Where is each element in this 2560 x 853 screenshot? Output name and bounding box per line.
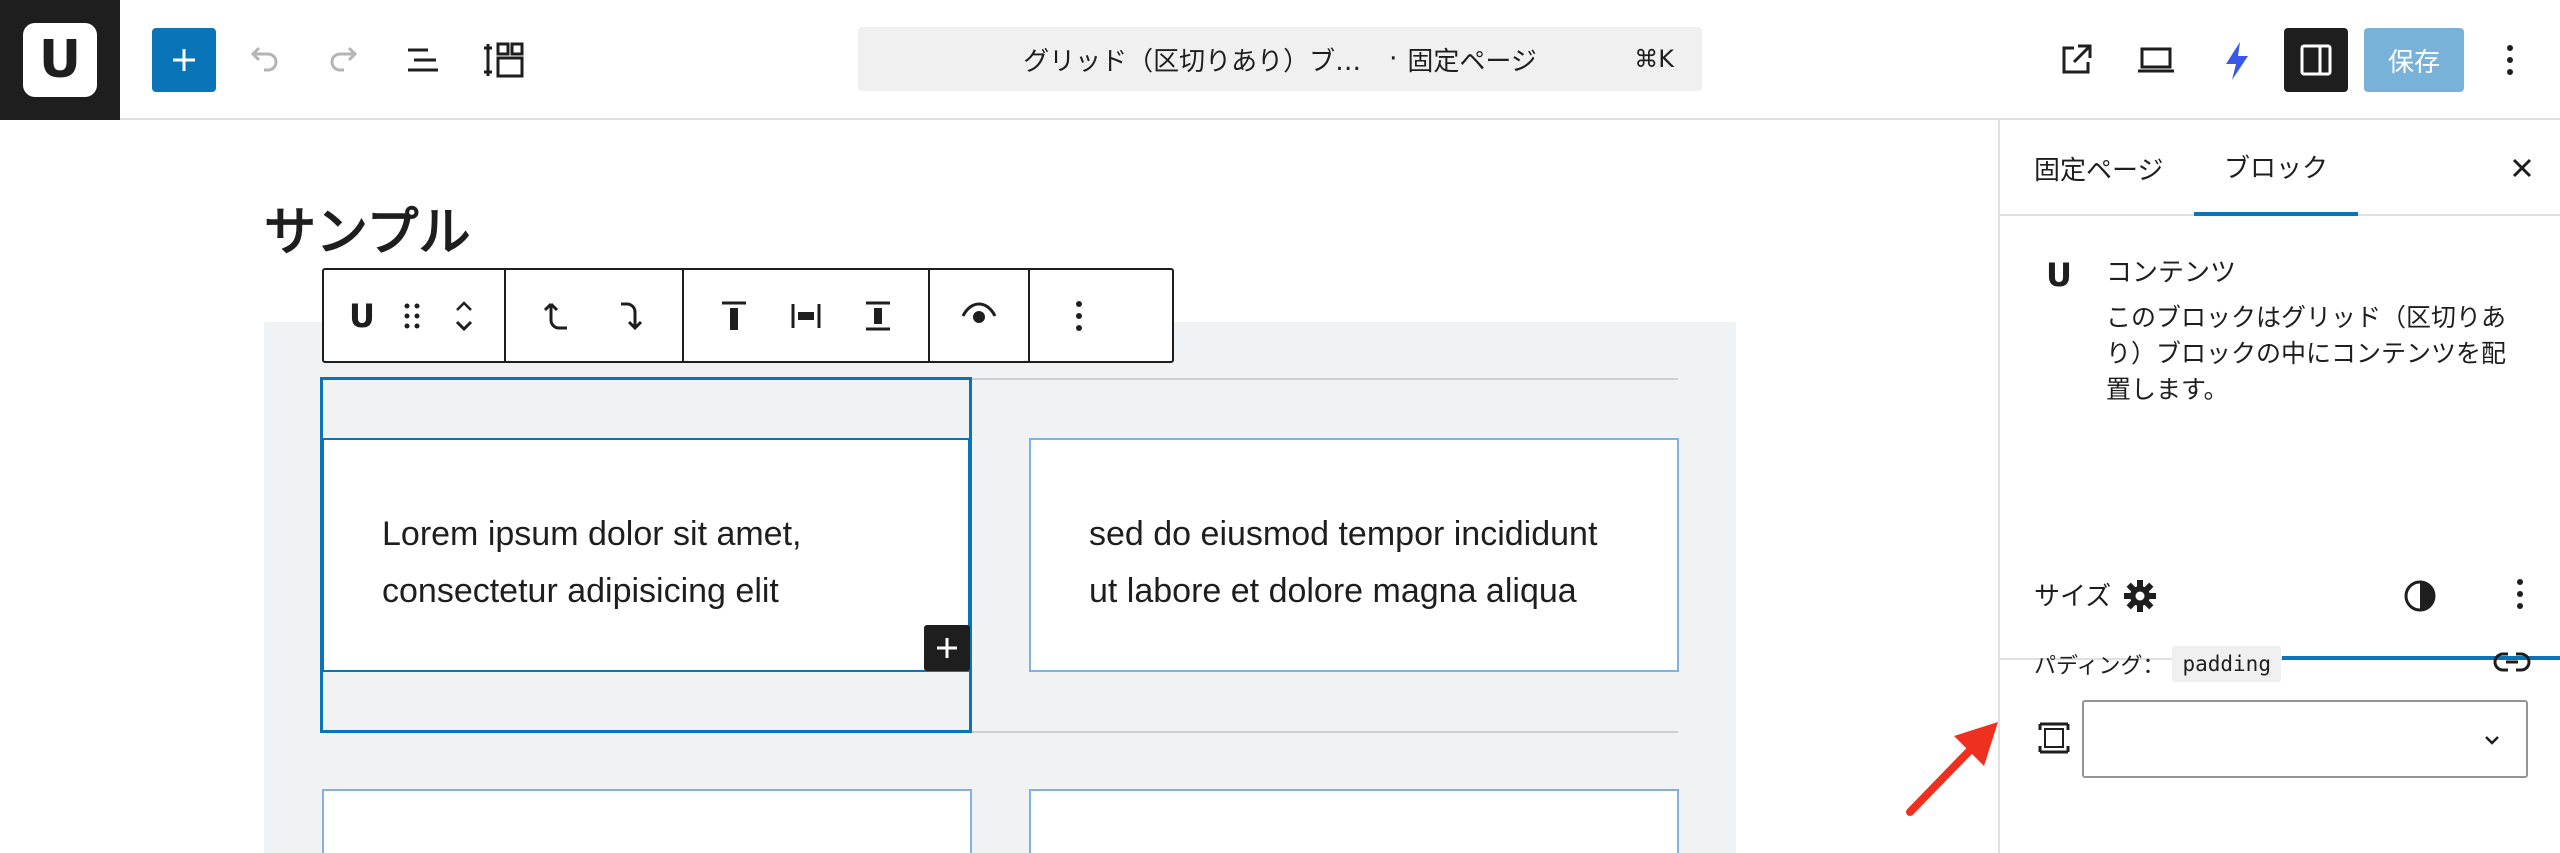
desktop-icon (2138, 47, 2174, 73)
block-toolbar-group (684, 270, 930, 361)
align-fill-icon[interactable] (842, 285, 914, 347)
list-view-icon (408, 48, 438, 72)
cell-text[interactable]: Lorem ipsum dolor sit amet, consectetur … (382, 506, 842, 620)
close-sidebar-button[interactable] (2502, 148, 2542, 188)
block-toolbar-group (506, 270, 684, 361)
plus-icon (173, 49, 195, 71)
more-options-icon[interactable] (1048, 285, 1110, 347)
command-shortcut: ⌘K (1634, 45, 1674, 73)
settings-sidebar-toggle[interactable] (2284, 28, 2348, 92)
plus-icon (937, 638, 957, 658)
link-icon (2493, 652, 2531, 672)
patterns-icon (484, 42, 524, 78)
block-toolbar: U (322, 268, 1174, 363)
align-top-icon[interactable] (698, 285, 770, 347)
tab-block[interactable]: ブロック (2194, 120, 2358, 216)
block-card-icon: U (2046, 256, 2072, 294)
top-toolbar: U グリッド（区切りあり）ブ… · 固定ページ ⌘K 保存 (0, 0, 2560, 120)
visibility-icon[interactable] (948, 285, 1010, 347)
block-card-description: このブロックはグリッド（区切りあり）ブロックの中にコンテンツを配置します。 (2106, 303, 2507, 404)
size-options-button[interactable] (2500, 574, 2540, 614)
options-menu-button[interactable] (2478, 28, 2542, 92)
preview-device-button[interactable] (2124, 28, 2188, 92)
undo-button[interactable] (232, 28, 296, 92)
drag-handle-icon[interactable] (390, 285, 434, 347)
block-patterns-button[interactable] (472, 28, 536, 92)
padding-label: パディング： padding (2034, 646, 2281, 682)
page-heading[interactable]: サンプル (264, 190, 470, 265)
performance-button[interactable] (2204, 28, 2268, 92)
cell-text[interactable]: sed do eiusmod tempor incididunt ut labo… (1089, 506, 1629, 620)
block-toolbar-group: U (324, 270, 506, 361)
annotation-arrow-icon (1906, 722, 1998, 816)
padding-code-badge: padding (2172, 646, 2281, 682)
view-page-button[interactable] (2044, 28, 2108, 92)
block-toolbar-group (930, 270, 1030, 361)
document-title-bar[interactable]: グリッド（区切りあり）ブ… · 固定ページ ⌘K (858, 27, 1702, 91)
content-cell[interactable]: sed do eiusmod tempor incididunt ut labo… (1029, 438, 1679, 672)
tab-settings[interactable] (2110, 566, 2170, 626)
block-type-icon[interactable]: U (334, 285, 390, 347)
more-vertical-icon (2507, 45, 2513, 75)
tab-styles[interactable] (2390, 566, 2450, 626)
close-icon (2512, 158, 2532, 178)
select-parent-icon[interactable] (520, 285, 594, 347)
settings-sidebar: 固定ページ ブロック U コンテンツ このブロックはグリッド（区切りあり）ブロッ… (1998, 120, 2560, 853)
block-card-title: コンテンツ (2106, 258, 2237, 288)
document-type: 固定ページ (1407, 46, 1537, 77)
logo-icon: U (23, 23, 97, 97)
padding-label-text: パディング： (2034, 654, 2165, 679)
block-toolbar-group (1030, 270, 1128, 361)
padding-select[interactable] (2082, 700, 2528, 778)
size-section-title: サイズ (2034, 582, 2112, 612)
document-overview-button[interactable] (392, 28, 456, 92)
contrast-icon (2404, 580, 2436, 612)
undo-icon (250, 46, 278, 72)
lightning-icon (2226, 42, 2248, 80)
select-child-icon[interactable] (594, 285, 668, 347)
gear-icon (2124, 580, 2156, 612)
document-title: グリッド（区切りあり）ブ… (1023, 46, 1362, 77)
add-block-button[interactable] (152, 28, 216, 92)
more-vertical-icon (2517, 579, 2523, 609)
redo-icon (330, 46, 358, 72)
sidebar-tabs: 固定ページ ブロック (2000, 120, 2560, 216)
external-link-icon (2062, 44, 2092, 74)
move-up-icon[interactable] (449, 296, 479, 316)
move-down-icon[interactable] (449, 316, 479, 336)
content-cell[interactable] (1029, 789, 1679, 853)
move-buttons (434, 285, 494, 347)
save-button[interactable]: 保存 (2364, 28, 2464, 92)
content-cell[interactable] (322, 789, 972, 853)
unlink-sides-button[interactable] (2488, 638, 2536, 686)
redo-button[interactable] (312, 28, 376, 92)
content-cell[interactable]: Lorem ipsum dolor sit amet, consectetur … (322, 438, 970, 672)
sidebar-icon (2300, 44, 2332, 76)
inline-add-block-button[interactable] (924, 625, 970, 671)
tab-page[interactable]: 固定ページ (2034, 120, 2163, 216)
padding-sides-icon (2030, 714, 2078, 762)
site-logo-button[interactable]: U (0, 0, 120, 120)
title-separator: · (1389, 44, 1398, 74)
chevron-down-icon (2485, 736, 2499, 745)
stretch-icon[interactable] (770, 285, 842, 347)
